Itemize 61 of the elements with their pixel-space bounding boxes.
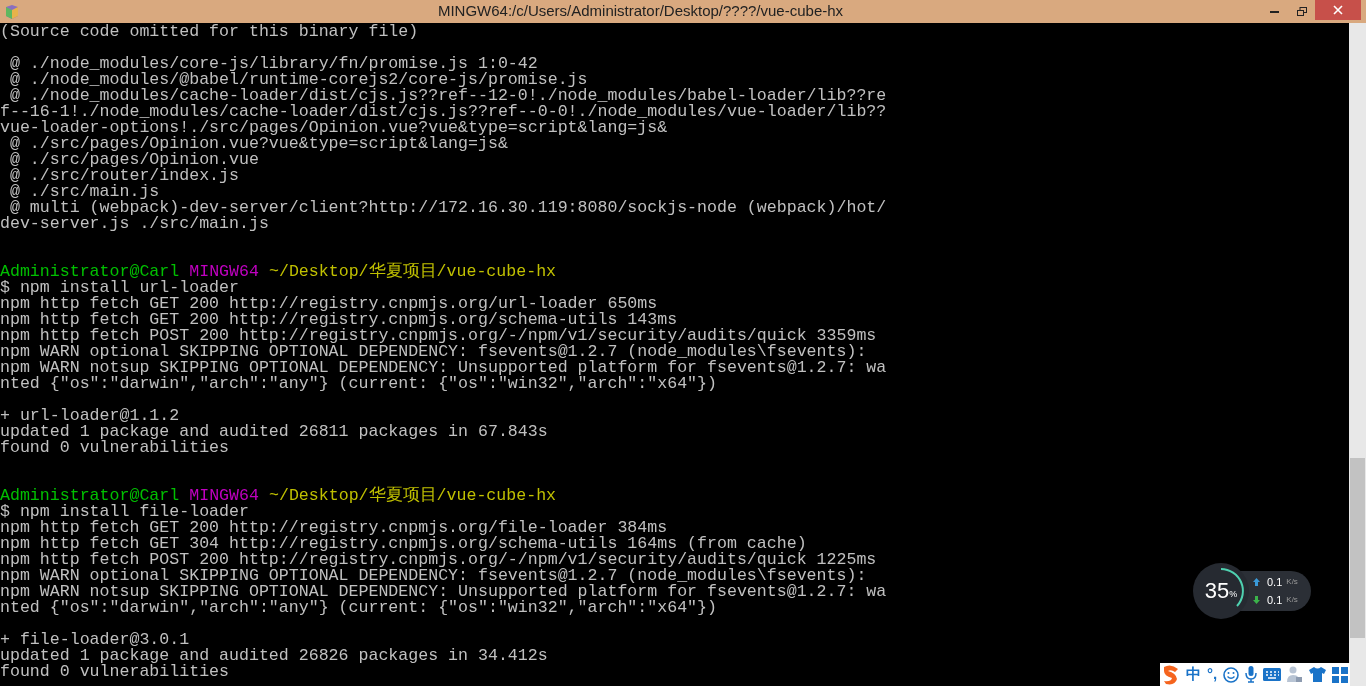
prompt-path: ~/Desktop/华夏项目/vue-cube-hx bbox=[268, 488, 557, 504]
terminal-line: @ ./node_modules/core-js/library/fn/promise.js 1:0-42 bbox=[8, 56, 538, 72]
terminal-line: @ ./node_modules/cache-loader/dist/cjs.js??ref--12-0!./node_modules/babel-loader/lib??re bbox=[9, 88, 887, 104]
terminal-line: npm http fetch GET 200 http://registry.cnpmjs.org/file-loader 384ms bbox=[0, 520, 668, 536]
terminal-line: npm http fetch GET 304 http://registry.cnpmjs.org/schema-utils 164ms (from cache) bbox=[0, 536, 807, 552]
terminal-line: + url-loader@1.1.2 bbox=[0, 408, 180, 424]
window-title: MINGW64:/c/Users/Administrator/Desktop/????/vue-cube-hx bbox=[437, 1, 844, 22]
upload-speed: 0.1 bbox=[1267, 574, 1283, 590]
terminal-line: @ multi (webpack)-dev-server/client?http://172.16.30.119:8080/sockjs-node (webpack)/hot/ bbox=[9, 200, 887, 216]
upload-unit: K/s bbox=[1286, 575, 1298, 588]
terminal-line: npm WARN notsup SKIPPING OPTIONAL DEPENDENCY: Unsupported platform for fsevents@1.2.7: wa bbox=[0, 360, 887, 376]
terminal-line: $ npm install url-loader bbox=[0, 280, 239, 296]
smiley-icon[interactable] bbox=[1223, 666, 1240, 683]
grid-icon[interactable] bbox=[1332, 666, 1349, 683]
prompt-host: MINGW64 bbox=[189, 264, 259, 280]
terminal-line: npm http fetch POST 200 http://registry.cnpmjs.org/-/npm/v1/security/audits/quick 3359ms bbox=[0, 328, 877, 344]
download-unit: K/s bbox=[1286, 594, 1298, 607]
app-icon bbox=[4, 3, 20, 20]
language-toggle[interactable]: 中 bbox=[1186, 663, 1201, 686]
minimize-icon bbox=[1270, 10, 1279, 13]
terminal-line: updated 1 package and audited 26826 packages in 34.412s bbox=[0, 648, 548, 664]
terminal-line: @ ./node_modules/@babel/runtime-corejs2/core-js/promise.js bbox=[8, 72, 588, 88]
terminal-line: npm http fetch POST 200 http://registry.cnpmjs.org/-/npm/v1/security/audits/quick 1225ms bbox=[0, 552, 877, 568]
terminal-line: + file-loader@3.0.1 bbox=[0, 632, 190, 648]
terminal-line: @ ./src/pages/Opinion.vue bbox=[8, 152, 259, 168]
prompt-host: MINGW64 bbox=[189, 488, 259, 504]
shirt-icon[interactable] bbox=[1309, 667, 1327, 682]
terminal-line: @ ./src/main.js bbox=[8, 184, 160, 200]
terminal-line: found 0 vulnerabilities bbox=[0, 664, 230, 680]
terminal-line: vue-loader-options!./src/pages/Opinion.vue?vue&type=script&lang=js& bbox=[0, 120, 668, 136]
terminal-line: npm WARN notsup SKIPPING OPTIONAL DEPENDENCY: Unsupported platform for fsevents@1.2.7: wa bbox=[0, 584, 887, 600]
prompt-user: Administrator@Carl bbox=[0, 488, 180, 504]
terminal-line: npm http fetch GET 200 http://registry.cnpmjs.org/schema-utils 143ms bbox=[0, 312, 678, 328]
terminal-line: updated 1 package and audited 26811 packages in 67.843s bbox=[0, 424, 548, 440]
gauge-percent-sign: % bbox=[1229, 588, 1238, 601]
prompt-user: Administrator@Carl bbox=[0, 264, 180, 280]
restore-icon bbox=[1296, 7, 1307, 16]
punctuation-toggle[interactable]: °, bbox=[1207, 663, 1218, 686]
terminal-line: found 0 vulnerabilities bbox=[0, 440, 230, 456]
upload-arrow-icon bbox=[1253, 577, 1260, 586]
terminal-line: f--16-1!./node_modules/cache-loader/dist/cjs.js??ref--0-0!./node_modules/vue-loader/lib?? bbox=[0, 104, 887, 120]
download-arrow-icon bbox=[1253, 596, 1260, 605]
terminal-line: @ ./src/router/index.js bbox=[8, 168, 239, 184]
terminal-line: (Source code omitted for this binary file) bbox=[0, 24, 419, 40]
terminal-line: dev-server.js ./src/main.js bbox=[0, 216, 269, 232]
terminal-line: @ ./src/pages/Opinion.vue?vue&type=script&lang=js& bbox=[9, 136, 508, 152]
gauge-percent: 35 bbox=[1204, 580, 1230, 602]
terminal-line: npm http fetch GET 200 http://registry.cnpmjs.org/url-loader 650ms bbox=[0, 296, 658, 312]
terminal-line: npm WARN optional SKIPPING OPTIONAL DEPENDENCY: fsevents@1.2.7 (node_modules\fsevents): bbox=[0, 568, 867, 584]
close-icon bbox=[1333, 5, 1343, 15]
terminal-line: npm WARN optional SKIPPING OPTIONAL DEPENDENCY: fsevents@1.2.7 (node_modules\fsevents): bbox=[0, 344, 867, 360]
sogou-logo-icon[interactable] bbox=[1162, 664, 1180, 685]
scrollbar-thumb[interactable] bbox=[1350, 458, 1365, 638]
keyboard-icon[interactable] bbox=[1263, 668, 1282, 681]
terminal-line: nted {"os":"darwin","arch":"any"} (current: {"os":"win32","arch":"x64"}) bbox=[0, 600, 717, 616]
microphone-icon[interactable] bbox=[1245, 666, 1258, 683]
user-lock-icon[interactable] bbox=[1287, 666, 1304, 683]
terminal-line: $ npm install file-loader bbox=[0, 504, 249, 520]
terminal-line: nted {"os":"darwin","arch":"any"} (current: {"os":"win32","arch":"x64"}) bbox=[0, 376, 717, 392]
download-speed: 0.1 bbox=[1267, 593, 1283, 608]
prompt-path: ~/Desktop/华夏项目/vue-cube-hx bbox=[268, 264, 557, 280]
